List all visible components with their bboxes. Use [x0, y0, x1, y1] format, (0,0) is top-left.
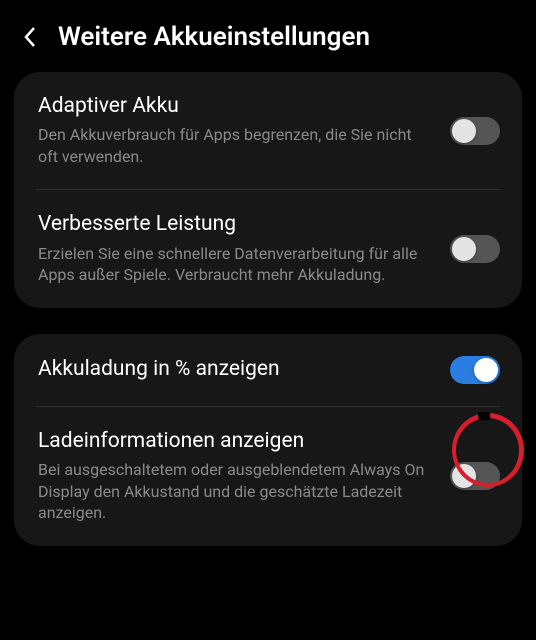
- back-icon[interactable]: [20, 26, 40, 48]
- toggle-knob: [452, 464, 476, 488]
- toggle-enhanced-performance[interactable]: [450, 235, 500, 263]
- setting-desc: Erzielen Sie eine schnellere Datenverarb…: [38, 243, 434, 286]
- setting-content: Ladeinformationen anzeigen Bei ausgescha…: [38, 429, 434, 524]
- setting-desc: Den Akkuverbrauch für Apps begrenzen, di…: [38, 124, 434, 167]
- page-title: Weitere Akkueinstellungen: [58, 22, 370, 52]
- setting-content: Adaptiver Akku Den Akkuverbrauch für App…: [38, 94, 434, 167]
- setting-content: Verbesserte Leistung Erzielen Sie eine s…: [38, 212, 434, 285]
- setting-content: Akkuladung in % anzeigen: [38, 357, 434, 382]
- setting-title: Ladeinformationen anzeigen: [38, 429, 434, 454]
- toggle-knob: [452, 237, 476, 261]
- setting-title: Adaptiver Akku: [38, 94, 434, 119]
- setting-title: Verbesserte Leistung: [38, 212, 434, 237]
- toggle-adaptive-battery[interactable]: [450, 117, 500, 145]
- setting-title: Akkuladung in % anzeigen: [38, 357, 434, 382]
- settings-section-2: Akkuladung in % anzeigen Ladeinformation…: [14, 334, 522, 546]
- header: Weitere Akkueinstellungen: [0, 0, 536, 72]
- toggle-battery-percentage[interactable]: [450, 356, 500, 384]
- settings-section-1: Adaptiver Akku Den Akkuverbrauch für App…: [14, 72, 522, 308]
- toggle-knob: [474, 358, 498, 382]
- setting-charging-info[interactable]: Ladeinformationen anzeigen Bei ausgescha…: [14, 407, 522, 546]
- setting-adaptive-battery[interactable]: Adaptiver Akku Den Akkuverbrauch für App…: [14, 72, 522, 189]
- setting-desc: Bei ausgeschaltetem oder ausgeblendetem …: [38, 459, 434, 524]
- setting-enhanced-performance[interactable]: Verbesserte Leistung Erzielen Sie eine s…: [14, 190, 522, 307]
- toggle-knob: [452, 119, 476, 143]
- toggle-charging-info[interactable]: [450, 462, 500, 490]
- setting-battery-percentage[interactable]: Akkuladung in % anzeigen: [14, 334, 522, 406]
